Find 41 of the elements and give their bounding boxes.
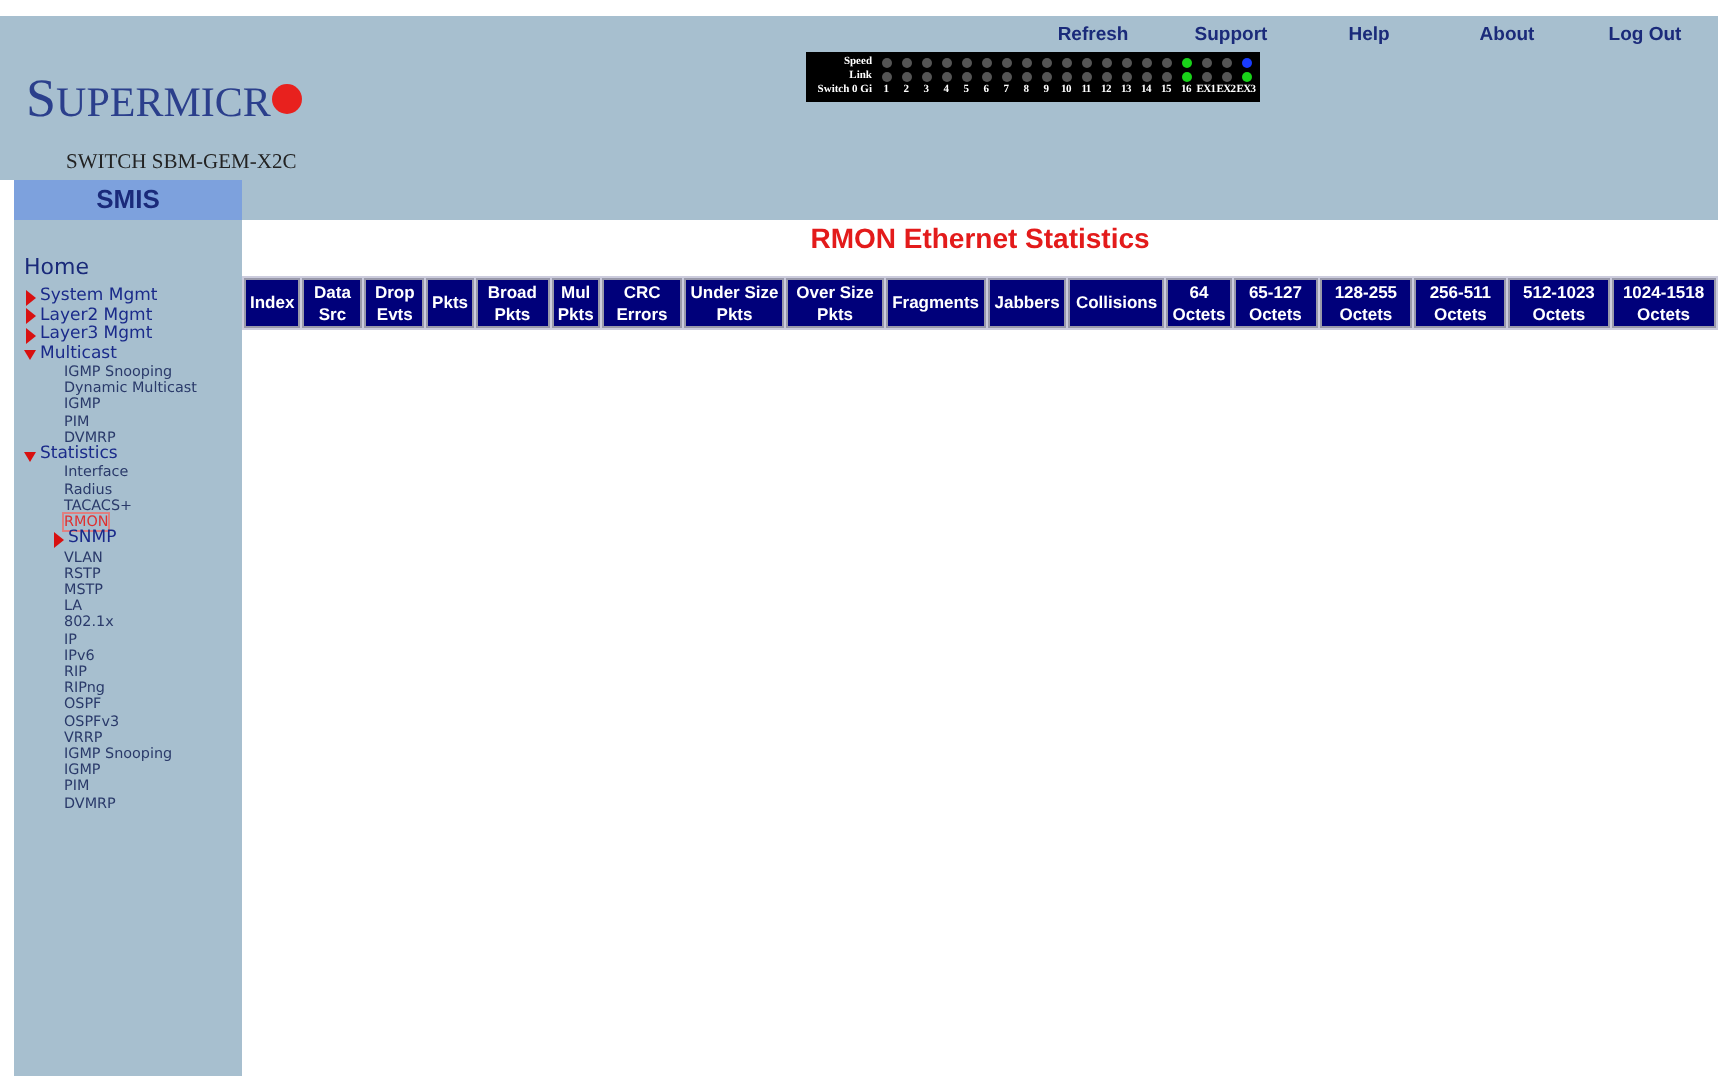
page-title: RMON Ethernet Statistics [808, 222, 1152, 256]
collapsed-arrow-icon[interactable] [24, 289, 36, 306]
submenu-item[interactable]: SNMP [68, 530, 117, 550]
nav-link[interactable]: Help [1300, 22, 1438, 51]
column-header: Under Size Pkts [684, 278, 785, 328]
column-header: 65-127 Octets [1233, 278, 1318, 328]
column-header: Broad Pkts [475, 278, 550, 328]
column-header: CRC Errors [601, 278, 683, 328]
expanded-arrow-icon[interactable] [24, 346, 36, 363]
column-header: Data Src [302, 278, 363, 328]
logo-dot-icon [272, 84, 303, 114]
home-link[interactable]: Home [24, 254, 89, 280]
column-header: 256-511 Octets [1414, 278, 1507, 328]
menu-item[interactable]: Statistics [40, 445, 118, 465]
menu-item[interactable]: System Mgmt [40, 288, 158, 307]
column-header: Over Size Pkts [786, 278, 884, 328]
column-header: 128-255 Octets [1319, 278, 1413, 328]
collapsed-arrow-icon[interactable] [24, 308, 36, 325]
menu-item[interactable]: Layer3 Mgmt [40, 326, 153, 345]
nav-link[interactable]: Log Out [1576, 22, 1714, 51]
expanded-arrow-icon[interactable] [24, 447, 36, 464]
nav-link[interactable]: About [1438, 22, 1576, 51]
logo-text: SUPERMICR [26, 72, 271, 126]
collapsed-arrow-icon[interactable] [52, 531, 64, 548]
column-header: Mul Pkts [551, 278, 600, 328]
column-header: Index [244, 278, 301, 328]
nav-link[interactable]: Refresh [1024, 22, 1162, 51]
column-header: Drop Evts [364, 278, 425, 328]
column-header: Collisions [1068, 278, 1165, 328]
nav-link[interactable]: Support [1162, 22, 1300, 51]
collapsed-arrow-icon[interactable] [24, 327, 36, 344]
switch-model-text: SWITCH SBM-GEM-X2C [66, 150, 297, 178]
menu-item[interactable]: Layer2 Mgmt [40, 307, 153, 326]
column-header: 1024-1518 Octets [1611, 278, 1716, 328]
menu-item[interactable]: Multicast [40, 345, 117, 364]
column-header: 512-1023 Octets [1508, 278, 1610, 328]
column-header: Fragments [885, 278, 986, 328]
column-header: Jabbers [987, 278, 1067, 328]
column-header: 64 Octets [1166, 278, 1232, 328]
column-header: Pkts [426, 278, 474, 328]
sidebar-title: SMIS [14, 180, 242, 220]
